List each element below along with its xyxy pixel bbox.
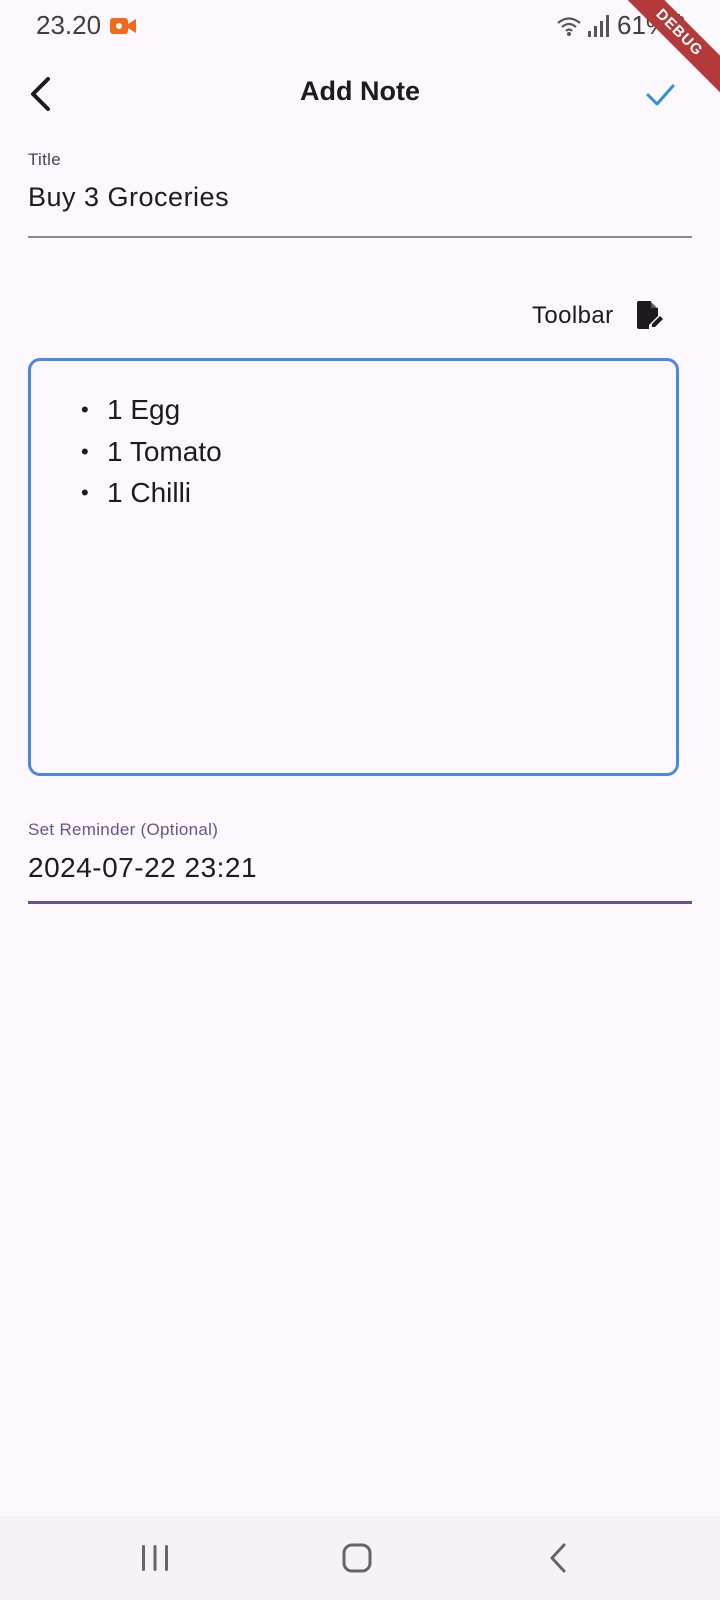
recent-apps-icon — [142, 1545, 168, 1571]
bullet-icon: • — [81, 438, 89, 464]
save-button[interactable] — [636, 70, 684, 118]
edit-document-icon — [637, 301, 663, 329]
list-item-text: 1 Egg — [107, 394, 181, 425]
title-field[interactable]: Title Buy 3 Groceries — [28, 150, 692, 240]
home-button[interactable] — [327, 1534, 387, 1582]
nav-back-button[interactable] — [529, 1534, 589, 1582]
title-underline — [28, 236, 692, 238]
screen-record-icon — [110, 18, 136, 34]
back-icon — [550, 1543, 566, 1573]
bullet-icon: • — [81, 480, 89, 505]
bullet-icon: • — [81, 397, 89, 422]
signal-icon — [588, 15, 609, 37]
check-icon — [646, 84, 675, 106]
title-label: Title — [28, 150, 61, 169]
status-time: 23.20 — [36, 10, 102, 40]
list-item[interactable]: • 1 Egg — [81, 389, 222, 431]
list-item[interactable]: • 1 Tomato — [81, 431, 222, 473]
list-item-text: 1 Chilli — [107, 477, 192, 508]
reminder-label: Set Reminder (Optional) — [28, 820, 219, 839]
toolbar-label: Toolbar — [532, 302, 614, 329]
page-title: Add Note — [300, 76, 420, 106]
app-bar: Add Note — [0, 52, 720, 138]
reminder-field[interactable]: Set Reminder (Optional) 2024-07-22 23:21 — [28, 820, 692, 910]
wifi-icon — [557, 17, 581, 36]
status-bar: 23.20 61% DEBUG — [0, 0, 720, 103]
toolbar-toggle-button[interactable]: Toolbar — [520, 296, 670, 336]
bullet-list: • 1 Egg • 1 Tomato • 1 Chilli — [81, 389, 222, 514]
recent-apps-button[interactable] — [125, 1534, 185, 1582]
system-nav-bar — [0, 1516, 720, 1600]
list-item[interactable]: • 1 Chilli — [81, 472, 222, 514]
note-editor[interactable]: • 1 Egg • 1 Tomato • 1 Chilli — [28, 358, 679, 776]
list-item-text: 1 Tomato — [107, 435, 222, 467]
home-icon — [342, 1543, 372, 1573]
reminder-underline — [28, 901, 692, 904]
reminder-input[interactable]: 2024-07-22 23:21 — [28, 852, 692, 884]
title-input[interactable]: Buy 3 Groceries — [28, 182, 692, 213]
